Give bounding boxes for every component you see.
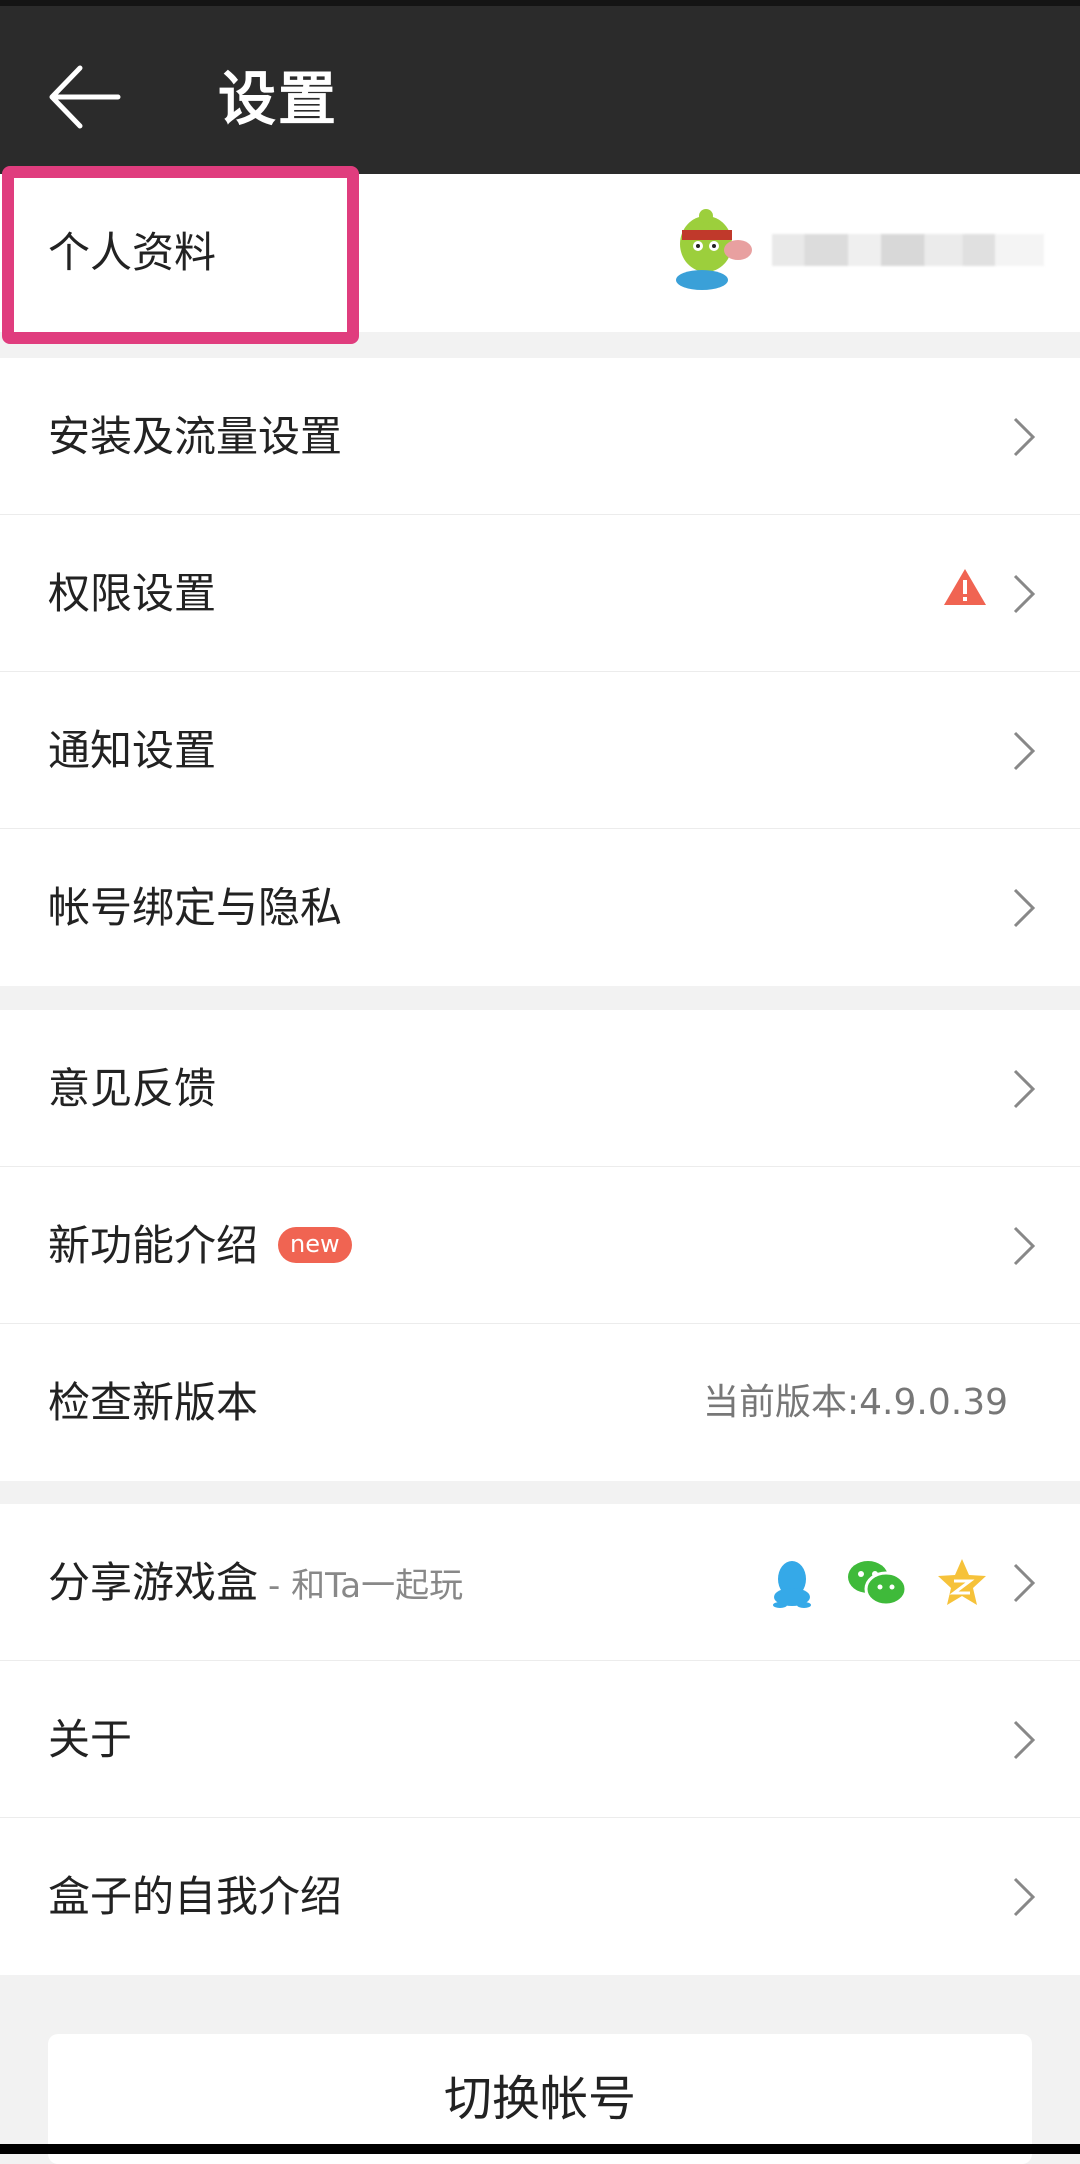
install-traffic-settings-item[interactable]: 安装及流量设置 [0,358,1080,515]
item-label: 意见反馈 [48,1064,217,1113]
profile-section: 个人资料 [0,174,1080,332]
item-label: 盒子的自我介绍 [48,1872,343,1921]
profile-row[interactable]: 个人资料 [0,174,1080,332]
item-label: 新功能介绍 [48,1221,259,1270]
account-binding-privacy-item[interactable]: 帐号绑定与隐私 [0,829,1080,986]
new-features-item[interactable]: 新功能介绍 new [0,1167,1080,1324]
chevron-right-icon [1013,1563,1036,1603]
item-label-wrap: 分享游戏盒 - 和Ta一起玩 [48,1504,463,1661]
item-label-wrap: 新功能介绍 new [48,1167,352,1324]
item-label: 关于 [48,1715,133,1764]
item-label: 分享游戏盒 [48,1558,259,1607]
warning-icon [944,569,986,605]
item-label: 权限设置 [48,569,217,618]
check-update-item[interactable]: 检查新版本 当前版本:4.9.0.39 [0,1324,1080,1481]
qzone-icon[interactable] [936,1557,988,1609]
chevron-right-icon [1013,731,1036,771]
notification-settings-item[interactable]: 通知设置 [0,672,1080,829]
feedback-item[interactable]: 意见反馈 [0,1010,1080,1167]
item-label: 帐号绑定与隐私 [48,883,343,932]
qq-icon[interactable] [766,1557,818,1609]
new-badge: new [278,1226,352,1263]
item-sublabel: - 和Ta一起玩 [268,1566,464,1606]
wechat-icon[interactable] [846,1557,908,1609]
chevron-right-icon [1013,1877,1036,1917]
self-intro-item[interactable]: 盒子的自我介绍 [0,1818,1080,1975]
settings-group-3: 分享游戏盒 - 和Ta一起玩 关于 盒子的自我介绍 [0,1504,1080,1975]
chevron-right-icon [1013,1720,1036,1760]
back-arrow-icon [49,65,121,129]
item-label: 安装及流量设置 [48,412,343,461]
chevron-right-icon [1013,417,1036,457]
chevron-right-icon [1013,888,1036,928]
username-blurred [772,234,1044,266]
chevron-right-icon [1013,1069,1036,1109]
chevron-right-icon [1013,574,1036,614]
about-item[interactable]: 关于 [0,1661,1080,1818]
permission-settings-item[interactable]: 权限设置 [0,515,1080,672]
share-icons [766,1556,988,1610]
profile-label: 个人资料 [48,228,217,277]
bottom-edge [0,2144,1080,2154]
share-item[interactable]: 分享游戏盒 - 和Ta一起玩 [0,1504,1080,1661]
settings-group-1: 安装及流量设置 权限设置 通知设置 帐号绑定与隐私 [0,358,1080,986]
page-title: 设置 [218,65,339,133]
avatar [668,200,756,296]
item-label: 检查新版本 [48,1378,259,1427]
item-label: 通知设置 [48,726,217,775]
top-bar: 设置 [0,0,1080,174]
back-button[interactable] [40,52,130,142]
chevron-right-icon [1013,1226,1036,1266]
settings-group-2: 意见反馈 新功能介绍 new 检查新版本 当前版本:4.9.0.39 [0,1010,1080,1481]
current-version: 当前版本:4.9.0.39 [703,1382,1008,1423]
